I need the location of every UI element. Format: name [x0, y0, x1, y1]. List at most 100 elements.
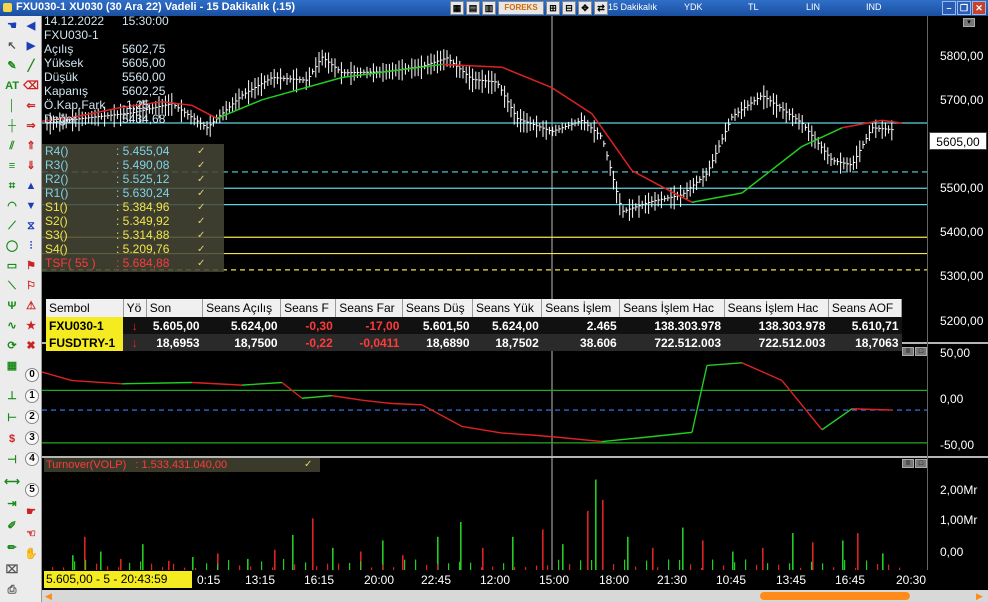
minimize-button[interactable]: – — [942, 1, 956, 15]
play-right-icon[interactable]: ▶ — [23, 38, 39, 54]
play-left-icon[interactable]: ◀ — [23, 18, 39, 34]
cycle-icon[interactable]: ⟳ — [4, 338, 20, 354]
layer-2-button[interactable]: 2 — [25, 410, 39, 424]
measure-icon[interactable]: ⊢ — [4, 410, 20, 426]
hand-icon[interactable]: ☚ — [4, 18, 20, 34]
flag-icon[interactable]: ⚐ — [23, 278, 39, 294]
scroll-left-icon[interactable]: ◀ — [45, 591, 52, 602]
delete-icon[interactable]: ✖ — [23, 338, 39, 354]
menu-tl[interactable]: TL — [748, 2, 759, 12]
text-tool-icon[interactable]: AT — [4, 78, 20, 94]
cursor-icon[interactable]: ↖ — [4, 38, 20, 54]
grab-icon[interactable]: ✋ — [23, 546, 39, 562]
column-header[interactable]: Seans İşlem Hac — [619, 299, 725, 317]
layer-3-button[interactable]: 3 — [25, 431, 39, 445]
triangle-down-icon[interactable]: ▼ — [23, 198, 39, 214]
layer-4-button[interactable]: 4 — [25, 452, 39, 466]
close-button[interactable]: ✕ — [972, 1, 986, 15]
alert-icon[interactable]: ⚠ — [23, 298, 39, 314]
pencil-icon[interactable]: ✎ — [4, 58, 20, 74]
data-source-selector[interactable]: FOREKS — [498, 1, 544, 15]
vertical-line-icon[interactable]: │ — [4, 98, 20, 114]
indicator-icon[interactable]: ▥ — [482, 1, 496, 15]
menu-ind[interactable]: IND — [866, 2, 882, 12]
projection-icon[interactable]: ⇥ — [4, 496, 20, 512]
layer-5-button[interactable]: 5 — [25, 483, 39, 497]
pointer-hand-icon[interactable]: ☛ — [23, 504, 39, 520]
cross-line-icon[interactable]: ┼ — [4, 118, 20, 134]
volume-close-button[interactable]: □ — [915, 459, 927, 468]
column-header[interactable]: Son — [146, 299, 204, 317]
scrollbar-thumb[interactable] — [760, 592, 910, 600]
chart-area[interactable]: 14.12.2022 15:30:00 FXU030-1 Açılış 5602,… — [42, 14, 988, 602]
layer-0-button[interactable]: 0 — [25, 368, 39, 382]
menu-lin[interactable]: LIN — [806, 2, 820, 12]
app-icon[interactable] — [3, 3, 12, 12]
quote-row[interactable]: FUSDTRY-1 ↓ 18,6953 18,7500 -0,22 -0,0411 18,6… — [46, 334, 902, 351]
column-header[interactable]: Seans İşlem Hac — [724, 299, 829, 317]
regression-icon[interactable]: ⟍ — [4, 278, 20, 294]
column-header[interactable]: Seans Yük — [472, 299, 543, 317]
clear-all-icon[interactable]: ⌧ — [4, 562, 20, 578]
pivot-visible-icon[interactable]: ✓ — [197, 160, 205, 171]
panel-pin-button[interactable]: II — [902, 347, 914, 356]
panel-collapse-button[interactable]: ▾ — [963, 18, 975, 27]
period-selector[interactable]: 15 Dakikalık — [608, 2, 657, 12]
arrow-up-icon[interactable]: ⇑ — [23, 138, 39, 154]
speed-line-icon[interactable]: ⫶ — [23, 238, 39, 254]
eraser-icon[interactable]: ⌫ — [23, 78, 39, 94]
column-header[interactable]: Seans AOF — [828, 299, 903, 317]
hourglass-icon[interactable]: ⧖ — [23, 218, 39, 234]
compare-icon[interactable]: ⊟ — [562, 1, 576, 15]
volume-pin-button[interactable]: II — [902, 459, 914, 468]
trendline-icon[interactable]: ╱ — [23, 58, 39, 74]
arc-icon[interactable]: ◠ — [4, 198, 20, 214]
range-icon[interactable]: ⊣ — [4, 452, 20, 468]
arrow-right-icon[interactable]: ⇒ — [23, 118, 39, 134]
print-icon[interactable]: ⎙ — [4, 582, 20, 598]
wave-icon[interactable]: ∿ — [4, 318, 20, 334]
channel-icon[interactable]: ⫽ — [4, 138, 20, 154]
grid-icon[interactable]: ▤ — [466, 1, 480, 15]
quote-table[interactable]: Sembol Yö Son Seans Açılış Seans F Seans Far S… — [46, 299, 903, 351]
pivot-visible-icon[interactable]: ✓ — [197, 202, 205, 213]
column-header[interactable]: Seans Düş — [402, 299, 474, 317]
column-header[interactable]: Seans F — [280, 299, 337, 317]
zoom-icon[interactable]: ⊞ — [546, 1, 560, 15]
ellipse-icon[interactable]: ◯ — [4, 238, 20, 254]
pivot-visible-icon[interactable]: ✓ — [197, 188, 205, 199]
arrow-left-icon[interactable]: ⇐ — [23, 98, 39, 114]
column-header[interactable]: Yö — [123, 299, 147, 317]
quote-row[interactable]: FXU030-1 ↓ 5.605,00 5.624,00 -0,30 -17,00 5.60… — [46, 317, 902, 334]
fan-icon[interactable]: ⟋ — [4, 218, 20, 234]
rectangle-icon[interactable]: ▭ — [4, 258, 20, 274]
pivot-visible-icon[interactable]: ✓ — [197, 174, 205, 185]
grid-tool-icon[interactable]: ▦ — [4, 358, 20, 374]
star-icon[interactable]: ★ — [23, 318, 39, 334]
price-label-icon[interactable]: $ — [4, 431, 20, 447]
panel-close-button[interactable]: □ — [915, 347, 927, 356]
settings-icon[interactable]: ✥ — [578, 1, 592, 15]
column-header[interactable]: Seans Far — [335, 299, 403, 317]
column-header[interactable]: Seans Açılış — [202, 299, 282, 317]
sync-icon[interactable]: ⇄ — [594, 1, 608, 15]
pivot-visible-icon[interactable]: ✓ — [197, 258, 205, 269]
pivot-visible-icon[interactable]: ✓ — [197, 244, 205, 255]
pivot-visible-icon[interactable]: ✓ — [197, 216, 205, 227]
date-range-icon[interactable]: ⟷ — [4, 474, 20, 490]
marker-icon[interactable]: ⚑ — [23, 258, 39, 274]
horizontal-scrollbar[interactable]: ◀ ▶ — [42, 590, 988, 602]
restore-button[interactable]: ❐ — [957, 1, 971, 15]
column-header[interactable]: Sembol — [46, 299, 124, 317]
column-header[interactable]: Seans İşlem — [541, 299, 621, 317]
note-icon[interactable]: ✐ — [4, 518, 20, 534]
fibonacci-icon[interactable]: ≡ — [4, 158, 20, 174]
arrow-down-icon[interactable]: ⇓ — [23, 158, 39, 174]
brush-icon[interactable]: ✏ — [4, 540, 20, 556]
level-icon[interactable]: ⊥ — [4, 388, 20, 404]
triangle-up-icon[interactable]: ▲ — [23, 178, 39, 194]
scroll-right-icon[interactable]: ▶ — [976, 591, 983, 602]
pivot-visible-icon[interactable]: ✓ — [197, 146, 205, 157]
layer-1-button[interactable]: 1 — [25, 389, 39, 403]
menu-ydk[interactable]: YDK — [684, 2, 703, 12]
